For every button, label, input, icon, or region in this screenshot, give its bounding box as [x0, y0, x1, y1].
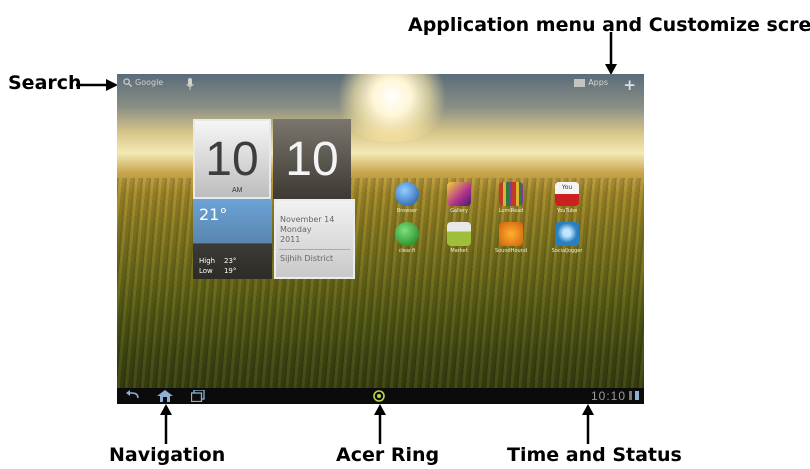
date-widget[interactable]: November 14 Monday 2011 Sijhih District [274, 199, 355, 279]
callout-navigation: Navigation [109, 444, 226, 466]
callout-time-status: Time and Status [507, 444, 682, 466]
app-socialjogger[interactable]: SocialJogger [547, 222, 587, 254]
gallery-icon [447, 182, 471, 206]
app-label: clear.fi [398, 248, 416, 254]
apps-grid-icon [574, 78, 586, 87]
app-gallery[interactable]: Gallery [439, 182, 479, 214]
date-location: Sijhih District [280, 254, 334, 263]
tablet-home-screen: Google Apps + 10 AM 10 21° High 23° Low … [117, 74, 644, 404]
weather-low-label: Low [199, 267, 213, 275]
weather-temp: 21° [199, 205, 228, 224]
arrow-acer-ring [374, 404, 386, 444]
google-search-button[interactable]: Google [123, 78, 163, 87]
home-icon[interactable] [157, 390, 173, 402]
clock-hour-value: 10 [205, 132, 259, 186]
callout-acer-ring: Acer Ring [336, 444, 440, 466]
app-label: SocialJogger [551, 248, 583, 254]
clock-minute-value: 10 [285, 132, 339, 186]
app-market[interactable]: Market [439, 222, 479, 254]
weather-high-row: High 23° [199, 257, 236, 265]
microphone-icon[interactable] [185, 78, 195, 91]
weather-low-value: 19° [223, 267, 237, 275]
arrow-navigation [160, 404, 172, 444]
search-icon [123, 78, 132, 87]
app-label: SoundHound [494, 248, 528, 254]
clock-ampm: AM [232, 187, 243, 194]
clock-hour: 10 AM [193, 119, 271, 199]
app-lumiread[interactable]: LumiRead [491, 182, 531, 214]
apps-label: Apps [588, 78, 608, 87]
soundhound-icon [499, 222, 523, 246]
arrow-time-status [582, 404, 594, 444]
app-label: LumiRead [498, 208, 524, 214]
clearfi-icon [395, 222, 419, 246]
app-label: Gallery [450, 208, 468, 214]
status-time[interactable]: 10:10 [591, 389, 626, 403]
callout-search: Search [8, 72, 82, 94]
socialjogger-icon [555, 222, 579, 246]
books-icon [499, 182, 523, 206]
app-soundhound[interactable]: SoundHound [491, 222, 531, 254]
recent-apps-icon[interactable] [191, 390, 205, 402]
app-label: Browser [396, 208, 418, 214]
youtube-icon: You [555, 182, 579, 206]
acer-ring-icon[interactable] [373, 390, 385, 402]
app-youtube[interactable]: You YouTube [547, 182, 587, 214]
back-icon[interactable] [125, 390, 139, 402]
clock-minute: 10 [273, 119, 351, 199]
market-bag-icon [447, 222, 471, 246]
battery-icon [635, 391, 639, 400]
app-label: Market [450, 248, 468, 254]
customize-plus-icon[interactable]: + [623, 76, 636, 94]
system-bar: 10:10 [117, 388, 644, 404]
date-month-day: November 14 [280, 215, 335, 224]
date-weekday: Monday [280, 225, 312, 234]
date-year: 2011 [280, 235, 301, 244]
app-label: YouTube [556, 208, 578, 214]
weather-widget[interactable]: 21° High 23° Low 19° [193, 199, 272, 279]
app-clearfi[interactable]: clear.fi [387, 222, 427, 254]
weather-high-label: High [199, 257, 216, 265]
browser-globe-icon [395, 182, 419, 206]
clock-widget[interactable]: 10 AM 10 [193, 119, 355, 199]
date-divider [279, 249, 350, 250]
google-search-label: Google [135, 78, 164, 87]
apps-button[interactable]: Apps [574, 78, 608, 87]
weather-low-row: Low 19° [199, 267, 236, 275]
signal-icon [629, 391, 632, 400]
app-browser[interactable]: Browser [387, 182, 427, 214]
weather-high-value: 23° [224, 257, 237, 265]
arrow-app-menu [605, 32, 617, 75]
top-bar: Google Apps + [117, 74, 644, 96]
arrow-search [76, 79, 118, 91]
